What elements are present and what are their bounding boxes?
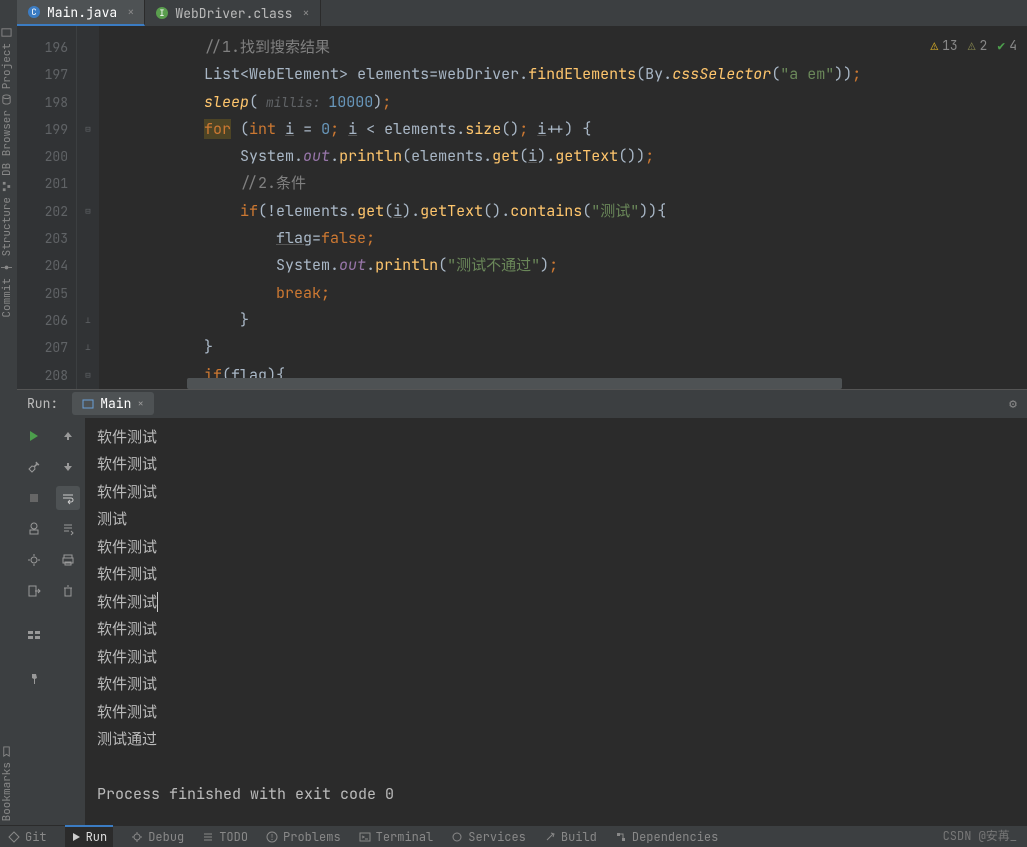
bookmarks-tool-icon[interactable] [0, 745, 13, 758]
run-toolbar-primary [17, 418, 51, 825]
left-side-strip-top [0, 0, 17, 26]
horizontal-scrollbar[interactable] [187, 378, 1027, 389]
run-label: Run: [27, 395, 58, 412]
gutter: 196197198199200 201202203204205 20620720… [17, 26, 77, 389]
comment: //1.找到搜索结果 [204, 37, 330, 57]
fold-end-icon[interactable]: ⊥ [85, 307, 90, 334]
inspection-widget[interactable]: ⚠13 ⚠2 ✔4 [930, 32, 1017, 59]
run-config-tab[interactable]: Main × [72, 392, 154, 415]
fold-marker-icon[interactable]: ⊟ [85, 116, 90, 143]
exit-button[interactable] [22, 579, 46, 603]
fold-column: ⊟ ⊟ ⊥ ⊥ ⊟ [77, 26, 99, 389]
bottom-item-git[interactable]: Git [8, 829, 47, 845]
run-tab-label: Main [100, 395, 131, 412]
weak-warning-icon: ⚠ [968, 32, 976, 59]
editor-tab-webdriver[interactable]: I WebDriver.class × [145, 0, 320, 26]
run-config-icon [82, 398, 94, 410]
bottom-item-todo[interactable]: TODO [202, 829, 248, 845]
dump-button[interactable] [22, 517, 46, 541]
bottom-item-terminal[interactable]: Terminal [359, 829, 434, 845]
settings-icon[interactable]: ⚙ [1009, 395, 1017, 412]
run-header: Run: Main × ⚙ [17, 390, 1027, 418]
wrench-button[interactable] [22, 455, 46, 479]
scroll-to-end-button[interactable] [56, 517, 80, 541]
editor-tabs-bar: C Main.java × I WebDriver.class × [0, 0, 1027, 26]
svg-text:C: C [31, 6, 36, 18]
fold-marker-icon[interactable]: ⊟ [85, 362, 90, 389]
code-content[interactable]: ⚠13 ⚠2 ✔4 //1.找到搜索结果 List<WebElement> el… [99, 26, 1027, 389]
stop-button[interactable] [22, 486, 46, 510]
close-icon[interactable]: × [127, 4, 134, 20]
check-count: 4 [1009, 32, 1017, 59]
run-panel: Run: Main × ⚙ [17, 389, 1027, 825]
svg-text:!: ! [270, 833, 275, 843]
console-output[interactable]: 软件测试软件测试软件测试测试软件测试软件测试软件测试 软件测试软件测试软件测试软… [85, 418, 1027, 825]
interface-icon: I [155, 6, 169, 20]
warning-count: 13 [942, 32, 958, 59]
fold-end-icon[interactable]: ⊥ [85, 334, 90, 361]
pin-button[interactable] [22, 667, 46, 691]
print-button[interactable] [56, 548, 80, 572]
bottom-item-build[interactable]: Build [544, 829, 597, 845]
fold-marker-icon[interactable]: ⊟ [85, 198, 90, 225]
bottom-item-run[interactable]: Run [65, 825, 114, 847]
rerun-button[interactable] [22, 424, 46, 448]
tab-label: WebDriver.class [175, 5, 292, 22]
side-tool-bookmarks[interactable]: Bookmarks [0, 758, 17, 825]
close-icon[interactable]: × [137, 397, 144, 411]
clear-button[interactable] [56, 579, 80, 603]
editor: 196197198199200 201202203204205 20620720… [17, 26, 1027, 389]
run-toolbar-secondary [51, 418, 85, 825]
side-tool-commit[interactable]: Commit [0, 274, 17, 322]
soft-wrap-button[interactable] [56, 486, 80, 510]
db-tool-icon[interactable] [0, 93, 13, 106]
close-icon[interactable]: × [302, 5, 309, 21]
warning-icon: ⚠ [930, 32, 938, 59]
up-button[interactable] [56, 424, 80, 448]
bottom-item-services[interactable]: Services [451, 829, 526, 845]
bottom-item-problems[interactable]: ! Problems [266, 829, 341, 845]
editor-tab-main[interactable]: C Main.java × [17, 0, 145, 26]
side-tool-structure[interactable]: Structure [0, 193, 17, 260]
svg-text:I: I [160, 7, 165, 19]
left-tool-strip: Project DB Browser Structure Commit Book… [0, 26, 17, 825]
bottom-bar: Git Run Debug TODO ! Problems Terminal S… [0, 825, 1027, 847]
down-button[interactable] [56, 455, 80, 479]
weak-count: 2 [980, 32, 988, 59]
comment: //2.条件 [240, 173, 306, 193]
class-icon: C [27, 5, 41, 19]
settings-button[interactable] [22, 548, 46, 572]
project-tool-icon[interactable] [0, 26, 13, 39]
commit-tool-icon[interactable] [0, 261, 13, 274]
main-area: Project DB Browser Structure Commit Book… [0, 26, 1027, 825]
layout-button[interactable] [22, 623, 46, 647]
tab-label: Main.java [47, 4, 117, 21]
watermark: CSDN @安苒_ [943, 827, 1017, 844]
check-icon: ✔ [997, 32, 1005, 59]
bottom-item-dependencies[interactable]: Dependencies [615, 829, 718, 845]
side-tool-project[interactable]: Project [0, 39, 17, 93]
scrollbar-thumb[interactable] [187, 378, 842, 389]
side-tool-db[interactable]: DB Browser [0, 106, 17, 180]
structure-tool-icon[interactable] [0, 180, 13, 193]
bottom-item-debug[interactable]: Debug [131, 829, 184, 845]
